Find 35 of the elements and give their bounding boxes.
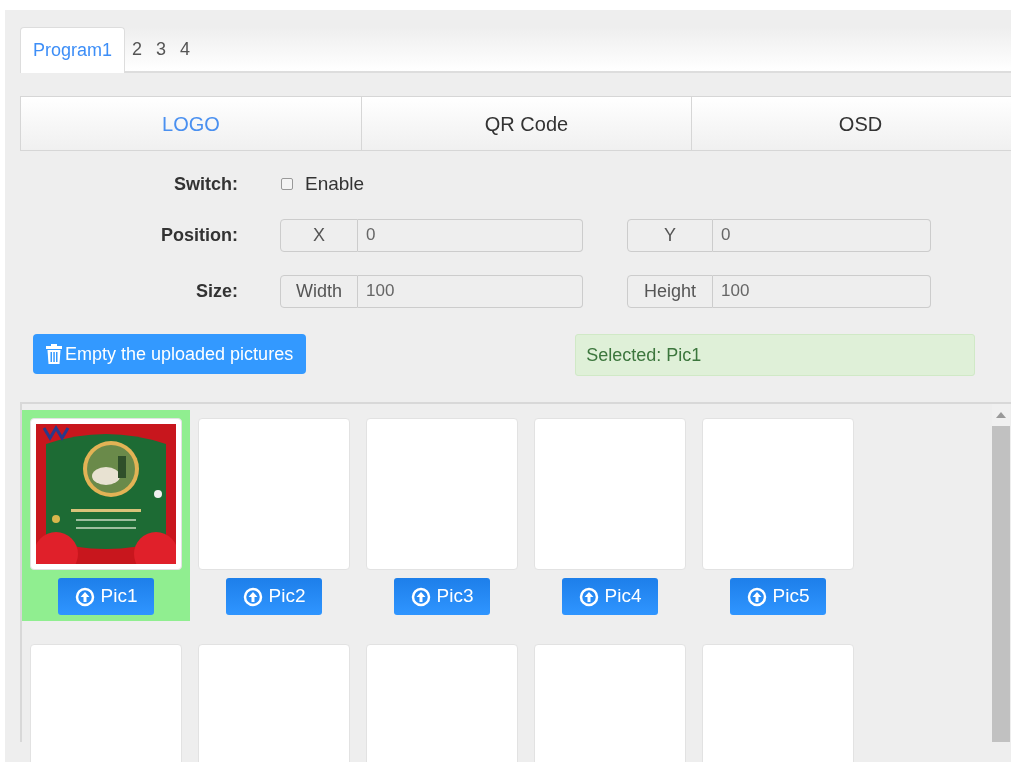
picture-slot[interactable] bbox=[30, 418, 182, 570]
program-tab[interactable]: Program1 bbox=[20, 27, 126, 73]
field-label: Switch: bbox=[173, 172, 238, 196]
input-addon: X bbox=[280, 218, 358, 252]
feature-tab[interactable]: LOGO bbox=[21, 97, 361, 150]
input-field[interactable]: 100 bbox=[713, 274, 931, 308]
feature-tab[interactable]: OSD bbox=[691, 97, 1011, 150]
selected-alert: Selected: Pic1 bbox=[575, 334, 976, 376]
upload-button[interactable]: Pic5 bbox=[730, 578, 826, 615]
input-field[interactable]: 0 bbox=[713, 218, 931, 252]
program-tab[interactable]: 3 bbox=[149, 27, 174, 71]
upload-icon bbox=[746, 586, 767, 607]
empty-pictures-button[interactable]: Empty the uploaded pictures bbox=[33, 334, 307, 374]
field-label: Position: bbox=[160, 223, 238, 247]
field-label: Size: bbox=[195, 279, 238, 303]
trash-icon bbox=[46, 344, 62, 364]
input-field[interactable]: 100 bbox=[358, 274, 583, 308]
input-addon: Height bbox=[627, 274, 713, 308]
upload-button[interactable]: Pic1 bbox=[58, 578, 154, 615]
upload-icon bbox=[410, 586, 431, 607]
input-field[interactable]: 0 bbox=[358, 218, 583, 252]
program-tab[interactable]: 4 bbox=[173, 27, 198, 71]
scroll-up-icon[interactable] bbox=[996, 412, 1006, 418]
upload-icon bbox=[578, 586, 599, 607]
upload-icon bbox=[242, 586, 263, 607]
upload-button[interactable]: Pic4 bbox=[562, 578, 658, 615]
enable-checkbox[interactable] bbox=[281, 178, 293, 190]
upload-button[interactable]: Pic3 bbox=[394, 578, 490, 615]
enable-label: Enable bbox=[305, 171, 365, 196]
program-tab[interactable]: 2 bbox=[125, 27, 150, 71]
input-addon: Y bbox=[627, 218, 713, 252]
feature-tab[interactable]: QR Code bbox=[361, 97, 691, 150]
input-addon: Width bbox=[280, 274, 358, 308]
upload-button[interactable]: Pic2 bbox=[226, 578, 322, 615]
upload-icon bbox=[74, 586, 95, 607]
